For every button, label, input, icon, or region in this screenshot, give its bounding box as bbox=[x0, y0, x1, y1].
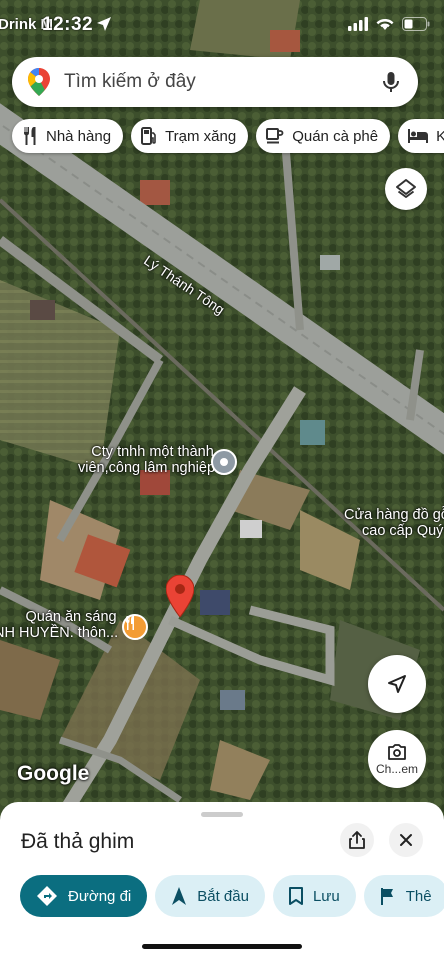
directions-icon bbox=[37, 886, 57, 906]
fork-knife-icon bbox=[23, 127, 36, 145]
chip-coffee-label: Quán cà phê bbox=[292, 127, 379, 145]
poi-marker-restaurant[interactable] bbox=[122, 614, 148, 640]
microphone-icon[interactable] bbox=[380, 71, 402, 93]
camera-search-icon bbox=[388, 743, 406, 760]
add-label-label: Thê bbox=[405, 887, 432, 905]
directions-button[interactable]: Đường đi bbox=[20, 875, 148, 917]
chip-hotels-label: Kh bbox=[436, 127, 444, 145]
layers-icon bbox=[396, 179, 416, 198]
location-arrow-icon bbox=[97, 17, 111, 31]
chip-hotels[interactable]: Kh bbox=[398, 119, 444, 153]
layers-button[interactable] bbox=[385, 168, 427, 210]
poi-label-breakfast-restaurant[interactable]: Quán ăn sáng NH HUYỀN. thôn... bbox=[0, 609, 118, 641]
my-location-button[interactable] bbox=[368, 655, 426, 713]
fork-knife-icon bbox=[125, 616, 134, 630]
navigation-arrow-icon bbox=[388, 675, 406, 693]
navigation-arrow-icon bbox=[172, 887, 187, 905]
sheet-drag-handle[interactable] bbox=[201, 812, 243, 817]
start-button[interactable]: Bắt đầu bbox=[155, 875, 265, 917]
save-button[interactable]: Lưu bbox=[272, 875, 356, 917]
close-button[interactable] bbox=[389, 823, 423, 857]
category-chips: Nhà hàng Trạm xăng Quán cà phê Kh bbox=[12, 119, 444, 153]
chip-restaurants-label: Nhà hàng bbox=[46, 127, 112, 145]
share-button[interactable] bbox=[340, 823, 374, 857]
search-bar[interactable]: Tìm kiếm ở đây bbox=[12, 57, 418, 107]
battery-icon bbox=[402, 17, 430, 31]
signal-bars-icon bbox=[348, 17, 368, 31]
wifi-icon bbox=[376, 19, 394, 30]
lens-button-label: Ch...em bbox=[375, 761, 418, 776]
save-label: Lưu bbox=[312, 887, 340, 905]
poi-label-company[interactable]: Cty tnhh một thành viên,công lâm nghiệp.… bbox=[78, 444, 227, 476]
poi-label-furniture-line2: cao cấp Quý bbox=[362, 523, 444, 539]
dot-icon bbox=[220, 458, 228, 466]
start-label: Bắt đầu bbox=[197, 887, 249, 905]
poi-label-furniture-line1: Cửa hàng đồ gỗ bbox=[344, 507, 444, 523]
directions-label: Đường đi bbox=[68, 887, 132, 905]
status-bar: Drink M 12:32 bbox=[0, 0, 444, 52]
close-icon bbox=[400, 834, 412, 846]
chip-gas-stations-label: Trạm xăng bbox=[165, 127, 237, 145]
chip-coffee[interactable]: Quán cà phê bbox=[256, 119, 391, 153]
poi-label-breakfast-line2: NH HUYỀN. thôn... bbox=[0, 625, 119, 641]
poi-label-company-line1: Cty tnhh một thành bbox=[91, 444, 214, 460]
coffee-cup-icon bbox=[266, 128, 284, 144]
poi-marker-company[interactable] bbox=[211, 449, 237, 475]
clock: 12:32 bbox=[42, 14, 94, 35]
chip-restaurants[interactable]: Nhà hàng bbox=[12, 119, 124, 153]
flag-icon bbox=[380, 888, 393, 905]
bottom-sheet[interactable]: Đã thả ghim Đường đi Bắt đầu Lưu Thê bbox=[0, 802, 444, 960]
bookmark-icon bbox=[288, 887, 303, 905]
google-maps-logo-icon bbox=[28, 68, 50, 96]
chip-gas-stations[interactable]: Trạm xăng bbox=[131, 119, 249, 153]
dropped-pin-icon[interactable] bbox=[166, 575, 194, 617]
search-placeholder[interactable]: Tìm kiếm ở đây bbox=[64, 71, 380, 93]
bed-icon bbox=[408, 129, 429, 143]
poi-label-company-line2: viên,công lâm nghiệp... bbox=[78, 460, 228, 476]
home-indicator[interactable] bbox=[142, 944, 302, 949]
sheet-title: Đã thả ghim bbox=[21, 830, 135, 853]
add-label-button[interactable]: Thê bbox=[363, 875, 444, 917]
lens-button[interactable]: Ch...em bbox=[368, 730, 426, 788]
poi-label-breakfast-line1: Quán ăn sáng bbox=[25, 609, 117, 625]
share-icon bbox=[349, 831, 365, 849]
action-buttons: Đường đi Bắt đầu Lưu Thê bbox=[20, 875, 444, 917]
poi-label-furniture-store[interactable]: Cửa hàng đồ gỗ cao cấp Quý bbox=[344, 507, 444, 539]
google-attribution: Google bbox=[17, 762, 90, 785]
status-icons bbox=[348, 17, 430, 31]
gas-station-icon bbox=[141, 127, 156, 145]
